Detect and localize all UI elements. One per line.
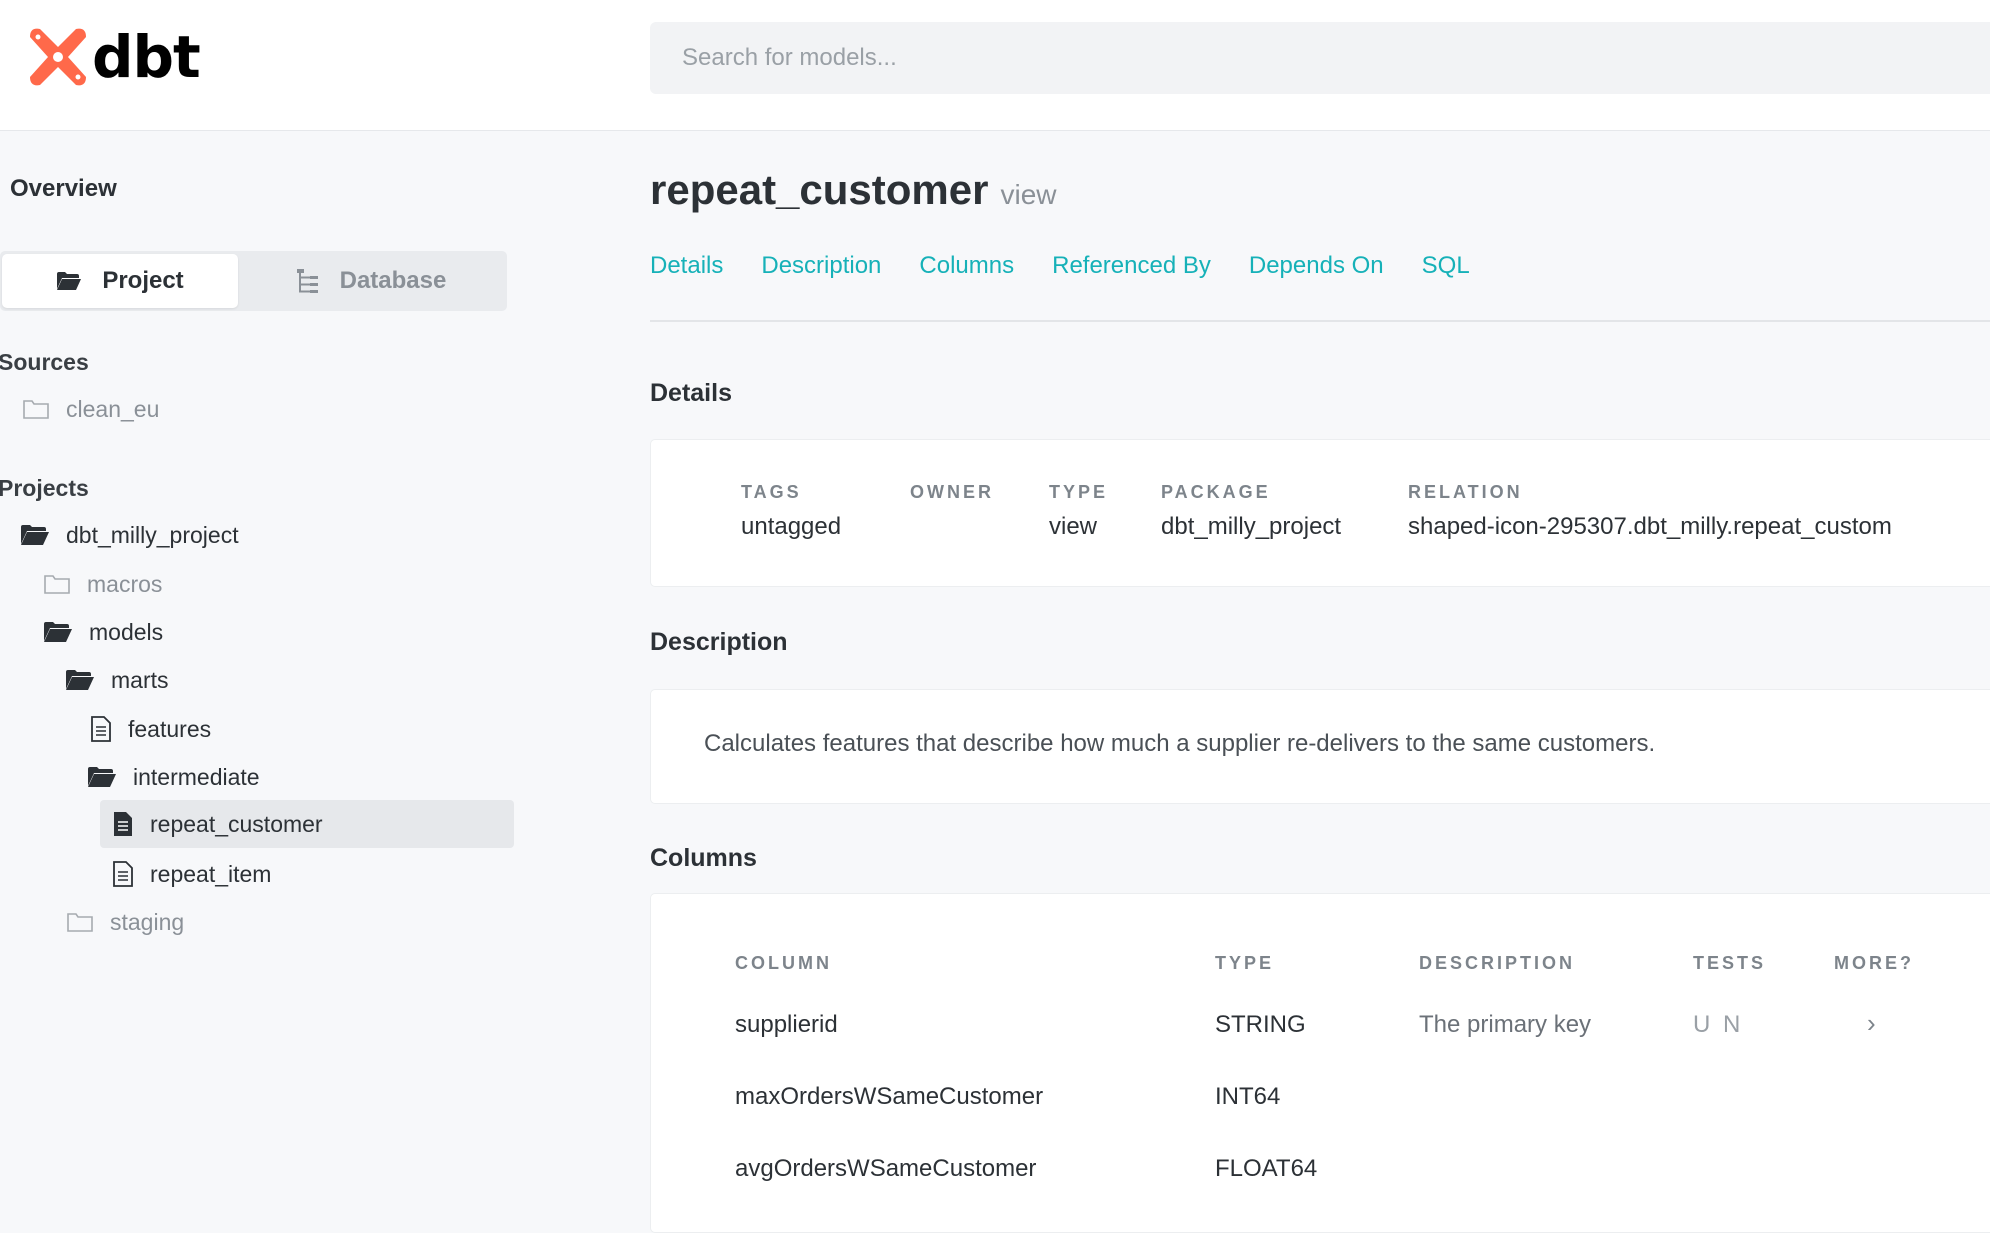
- model-materialization: view: [1000, 179, 1057, 210]
- file-icon: [113, 861, 133, 887]
- column-type: INT64: [1215, 1083, 1281, 1110]
- file-filled-icon: [114, 812, 132, 836]
- meta-label: RELATION: [1408, 482, 1523, 502]
- columns-heading: Columns: [650, 844, 757, 872]
- column-name: supplierid: [735, 1011, 838, 1038]
- tab-description[interactable]: Description: [761, 252, 881, 280]
- tree-item-intermediate[interactable]: intermediate: [87, 755, 260, 799]
- tree-item-label: clean_eu: [66, 395, 160, 422]
- tree-item-label: dbt_milly_project: [66, 521, 239, 548]
- logo-text: dbt: [92, 23, 201, 91]
- search-input[interactable]: [650, 22, 1990, 94]
- folder-icon: [67, 913, 93, 932]
- column-type: FLOAT64: [1215, 1155, 1318, 1182]
- column-name: avgOrdersWSameCustomer: [735, 1155, 1037, 1182]
- model-detail: repeat_customer view Details Description…: [650, 131, 1990, 1233]
- column-header: TESTS: [1693, 953, 1767, 973]
- tree-item-repeat-customer[interactable]: repeat_customer: [100, 800, 514, 848]
- description-heading: Description: [650, 628, 788, 656]
- tree-item-label: marts: [111, 666, 169, 693]
- meta-label: TAGS: [741, 482, 802, 502]
- sources-heading: Sources: [0, 349, 89, 375]
- column-header: MORE?: [1834, 953, 1914, 973]
- tree-item-label: staging: [110, 908, 185, 935]
- view-toggle: Project Database: [0, 251, 507, 311]
- section-tabs: Details Description Columns Referenced B…: [650, 252, 1508, 280]
- columns-card: COLUMN TYPE DESCRIPTION TESTS MORE? supp…: [650, 893, 1990, 1233]
- column-name: maxOrdersWSameCustomer: [735, 1083, 1044, 1110]
- chevron-right-icon[interactable]: ›: [1867, 1008, 1876, 1039]
- meta-value: shaped-icon-295307.dbt_milly.repeat_cust…: [1408, 513, 1892, 540]
- tree-item-label: models: [89, 618, 164, 645]
- tab-sql[interactable]: SQL: [1422, 252, 1470, 280]
- meta-owner: OWNER: [910, 482, 994, 513]
- meta-label: OWNER: [910, 482, 994, 502]
- meta-relation: RELATION shaped-icon-295307.dbt_milly.re…: [1408, 482, 1892, 541]
- meta-tags: TAGS untagged: [741, 482, 841, 541]
- tree-item-label: intermediate: [133, 763, 260, 790]
- dbt-logo[interactable]: dbt: [26, 23, 201, 91]
- details-card: TAGS untagged OWNER TYPE view PACKAGE db…: [650, 439, 1990, 587]
- database-tab-label: Database: [339, 267, 447, 294]
- tree-item-clean-eu[interactable]: clean_eu: [22, 387, 159, 431]
- tree-item-label: repeat_item: [150, 860, 272, 887]
- column-header: DESCRIPTION: [1419, 953, 1576, 973]
- tree-item-label: macros: [87, 570, 163, 597]
- tree-item-label: repeat_customer: [150, 810, 323, 837]
- tab-columns[interactable]: Columns: [919, 252, 1014, 280]
- column-header: COLUMN: [735, 953, 832, 973]
- meta-value: untagged: [741, 513, 842, 540]
- projects-heading: Projects: [0, 475, 89, 501]
- folder-open-icon: [88, 767, 116, 787]
- overview-link[interactable]: Overview: [10, 175, 117, 203]
- project-tab[interactable]: Project: [2, 254, 238, 308]
- meta-value: view: [1049, 513, 1098, 540]
- hierarchy-icon: [296, 269, 318, 293]
- meta-type: TYPE view: [1049, 482, 1108, 541]
- tree-item-macros[interactable]: macros: [43, 562, 162, 606]
- details-heading: Details: [650, 379, 732, 407]
- model-name: repeat_customer: [650, 166, 989, 213]
- sidebar: Overview Project Database Sources clean_…: [0, 131, 520, 1224]
- model-title-row: repeat_customer view: [650, 166, 1057, 214]
- folder-open-icon: [21, 525, 49, 545]
- tab-details[interactable]: Details: [650, 252, 723, 280]
- column-tests: U N: [1693, 1011, 1744, 1038]
- dbt-logo-icon: [30, 28, 86, 86]
- tree-item-marts[interactable]: marts: [65, 658, 169, 702]
- meta-label: PACKAGE: [1161, 482, 1271, 502]
- project-tab-label: Project: [102, 267, 184, 294]
- meta-value: dbt_milly_project: [1161, 513, 1342, 540]
- folder-open-icon: [66, 670, 94, 690]
- folder-open-icon: [44, 622, 72, 642]
- tree-item-staging[interactable]: staging: [66, 900, 184, 944]
- folder-icon: [23, 400, 49, 419]
- tree-item-features[interactable]: features: [90, 707, 211, 751]
- folder-icon: [44, 575, 70, 594]
- tree-item-dbt-milly-project[interactable]: dbt_milly_project: [20, 513, 239, 557]
- description-card: Calculates features that describe how mu…: [650, 689, 1990, 804]
- tree-item-repeat-item[interactable]: repeat_item: [112, 852, 271, 896]
- tabs-divider: [650, 320, 1990, 322]
- database-tab[interactable]: Database: [238, 254, 504, 308]
- description-text: Calculates features that describe how mu…: [704, 730, 1656, 757]
- tree-item-models[interactable]: models: [43, 610, 163, 654]
- tab-referenced-by[interactable]: Referenced By: [1052, 252, 1211, 280]
- top-header: dbt: [0, 0, 1990, 131]
- column-type: STRING: [1215, 1011, 1306, 1038]
- column-description: The primary key: [1419, 1011, 1592, 1038]
- file-icon: [91, 716, 111, 742]
- column-header: TYPE: [1215, 953, 1275, 973]
- tree-item-label: features: [128, 715, 212, 742]
- tab-depends-on[interactable]: Depends On: [1249, 252, 1384, 280]
- folder-open-icon: [57, 272, 82, 290]
- meta-label: TYPE: [1049, 482, 1109, 502]
- meta-package: PACKAGE dbt_milly_project: [1161, 482, 1341, 541]
